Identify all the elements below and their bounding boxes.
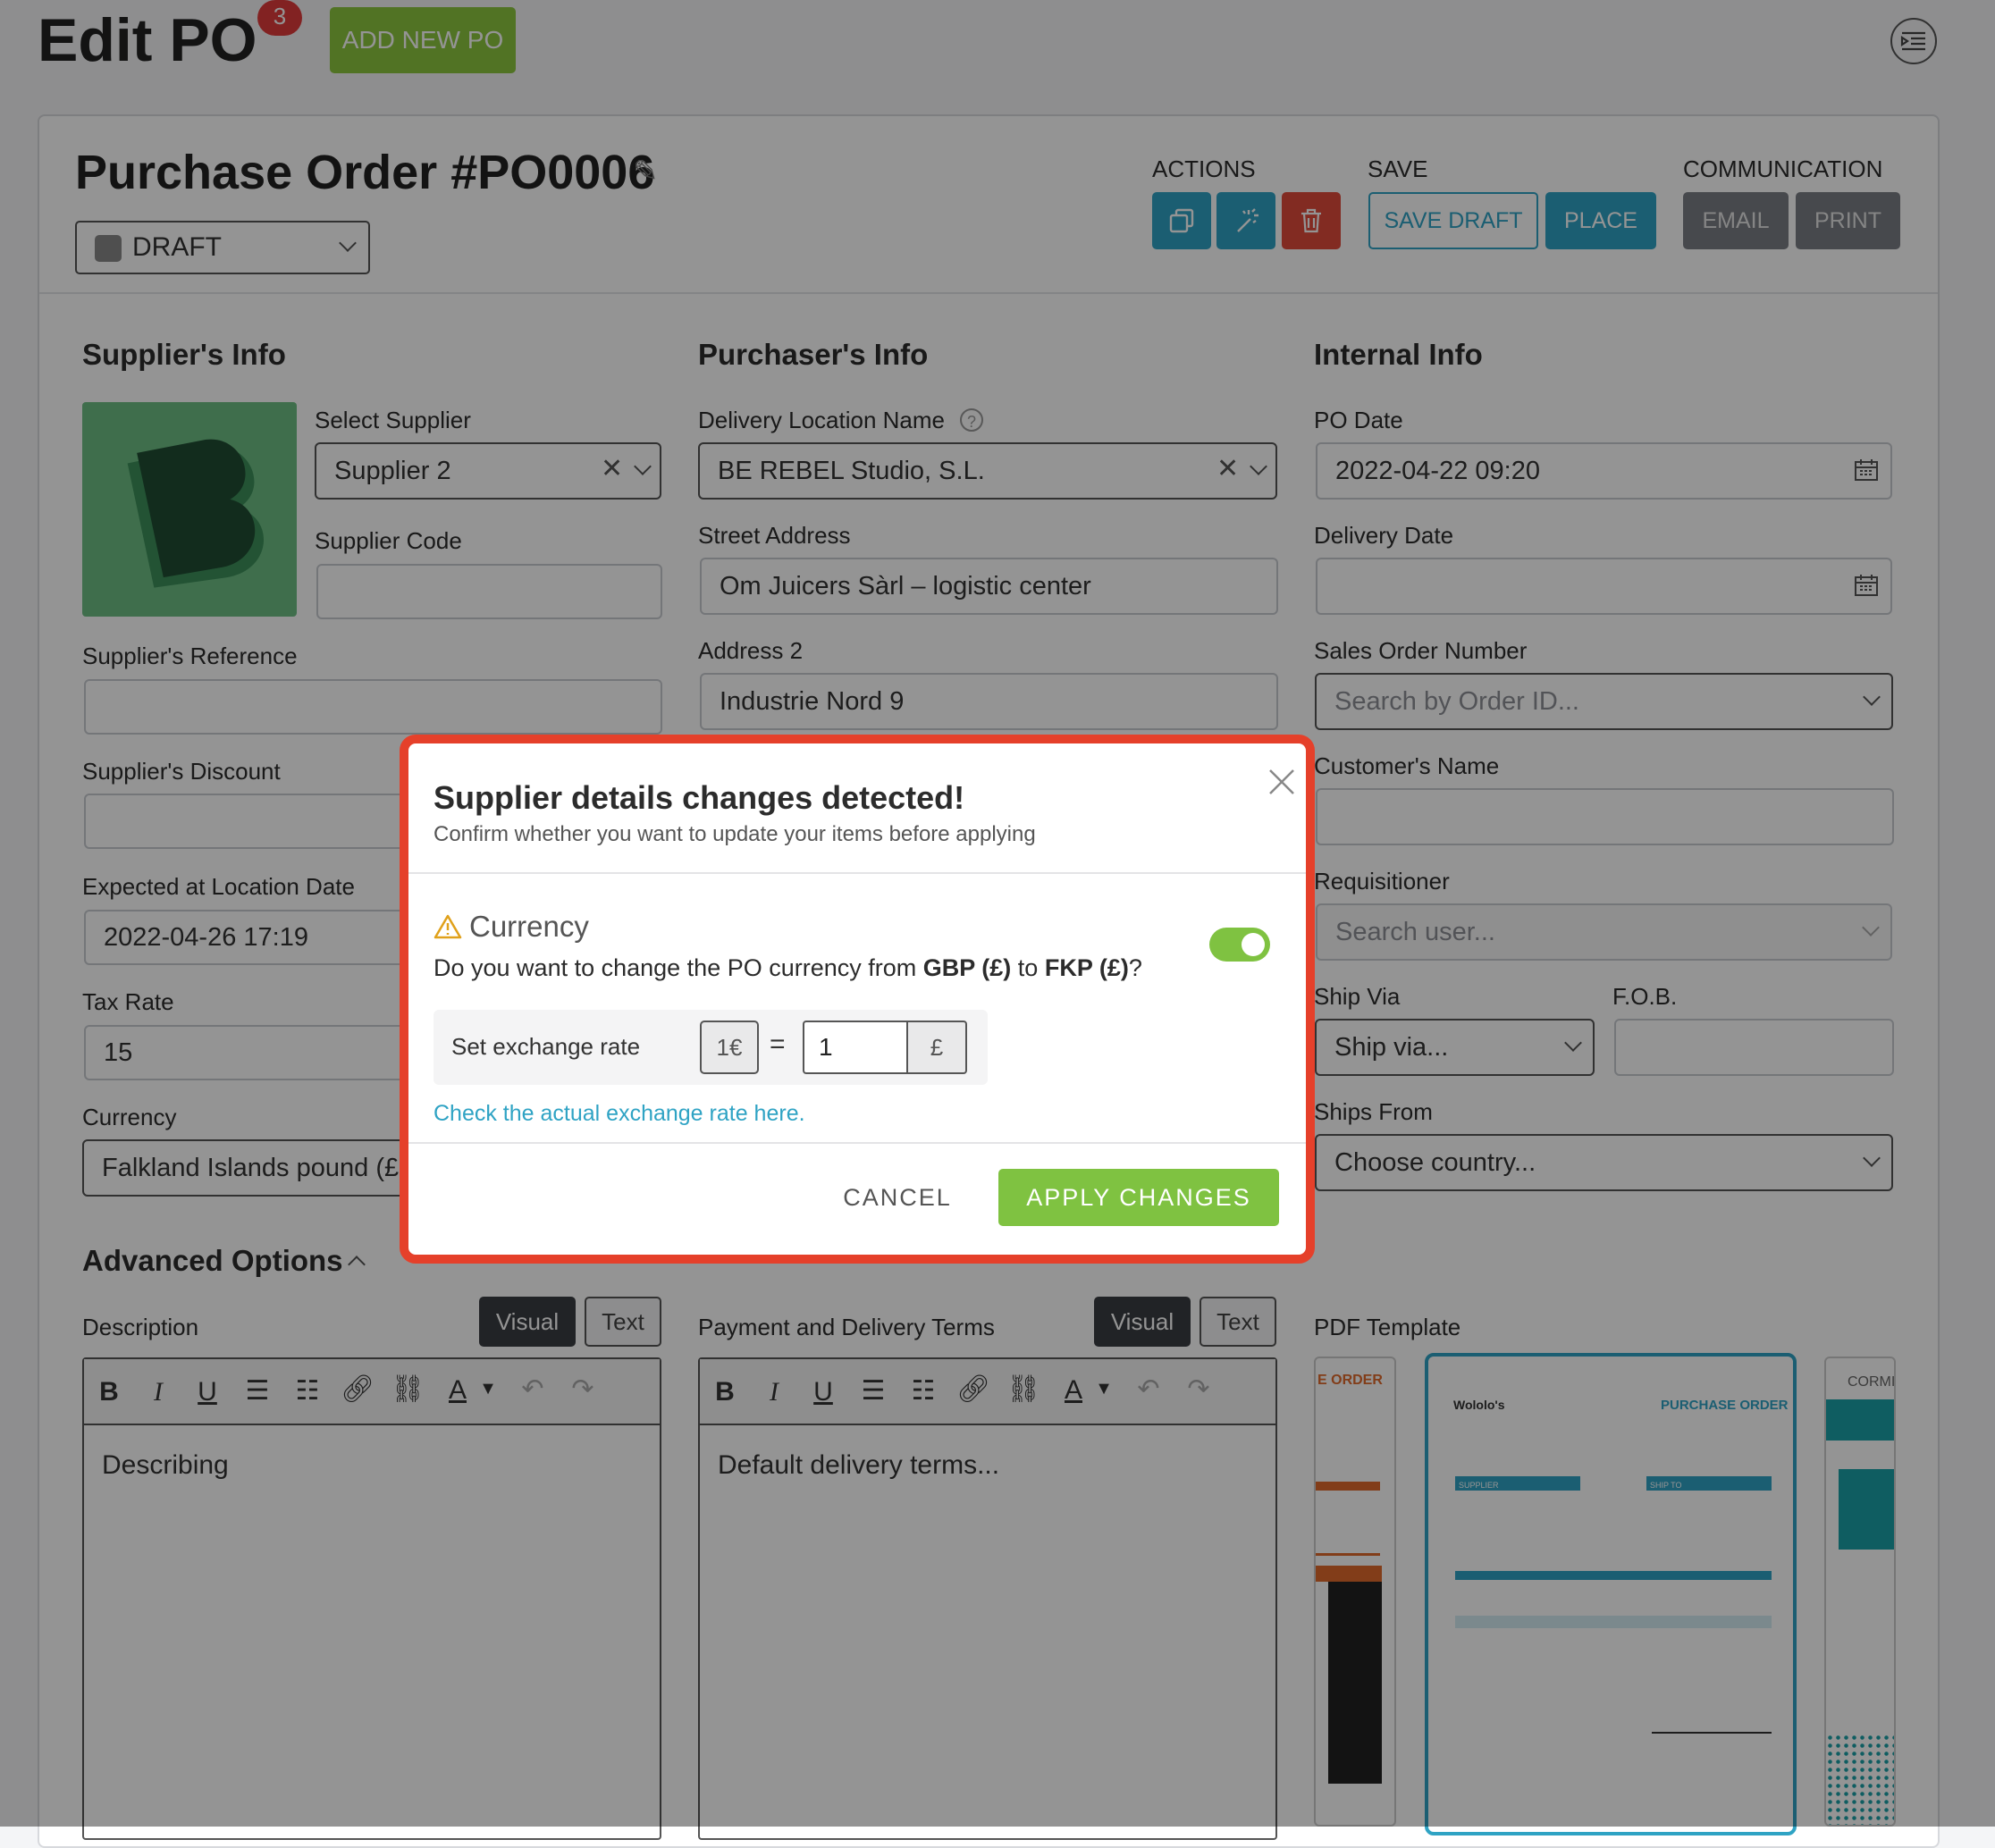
modal-header-divider — [408, 872, 1306, 874]
exchange-rate-label: Set exchange rate — [451, 1033, 641, 1060]
exchange-rate-input[interactable]: 1 — [803, 1021, 908, 1074]
equals-sign: = — [770, 1029, 786, 1059]
close-icon[interactable] — [1267, 767, 1297, 797]
exchange-base-addon: 1€ — [700, 1021, 759, 1074]
from-currency: GBP (£) — [922, 954, 1012, 981]
question-mid: to — [1011, 954, 1045, 981]
exchange-unit-addon: £ — [906, 1021, 967, 1074]
exchange-rate-value: 1 — [819, 1033, 833, 1061]
check-exchange-rate-link[interactable]: Check the actual exchange rate here. — [434, 1101, 805, 1127]
modal-title: Supplier details changes detected! — [434, 779, 965, 816]
toggle-knob — [1242, 933, 1265, 956]
exchange-rate-box: Set exchange rate 1€ = 1 £ — [434, 1010, 988, 1085]
currency-question: Do you want to change the PO currency fr… — [434, 954, 1142, 982]
question-prefix: Do you want to change the PO currency fr… — [434, 954, 923, 981]
apply-changes-button[interactable]: APPLY CHANGES — [998, 1169, 1279, 1226]
to-currency: FKP (£) — [1044, 954, 1129, 981]
modal-subtitle: Confirm whether you want to update your … — [434, 822, 1036, 846]
currency-change-toggle[interactable] — [1209, 928, 1270, 962]
currency-heading: Currency — [469, 910, 589, 943]
cancel-button[interactable]: CANCEL — [821, 1169, 973, 1226]
question-suffix: ? — [1128, 954, 1142, 981]
modal-footer-divider — [408, 1142, 1306, 1144]
supplier-changes-modal: Supplier details changes detected! Confi… — [400, 735, 1315, 1264]
warning-icon — [434, 913, 462, 945]
